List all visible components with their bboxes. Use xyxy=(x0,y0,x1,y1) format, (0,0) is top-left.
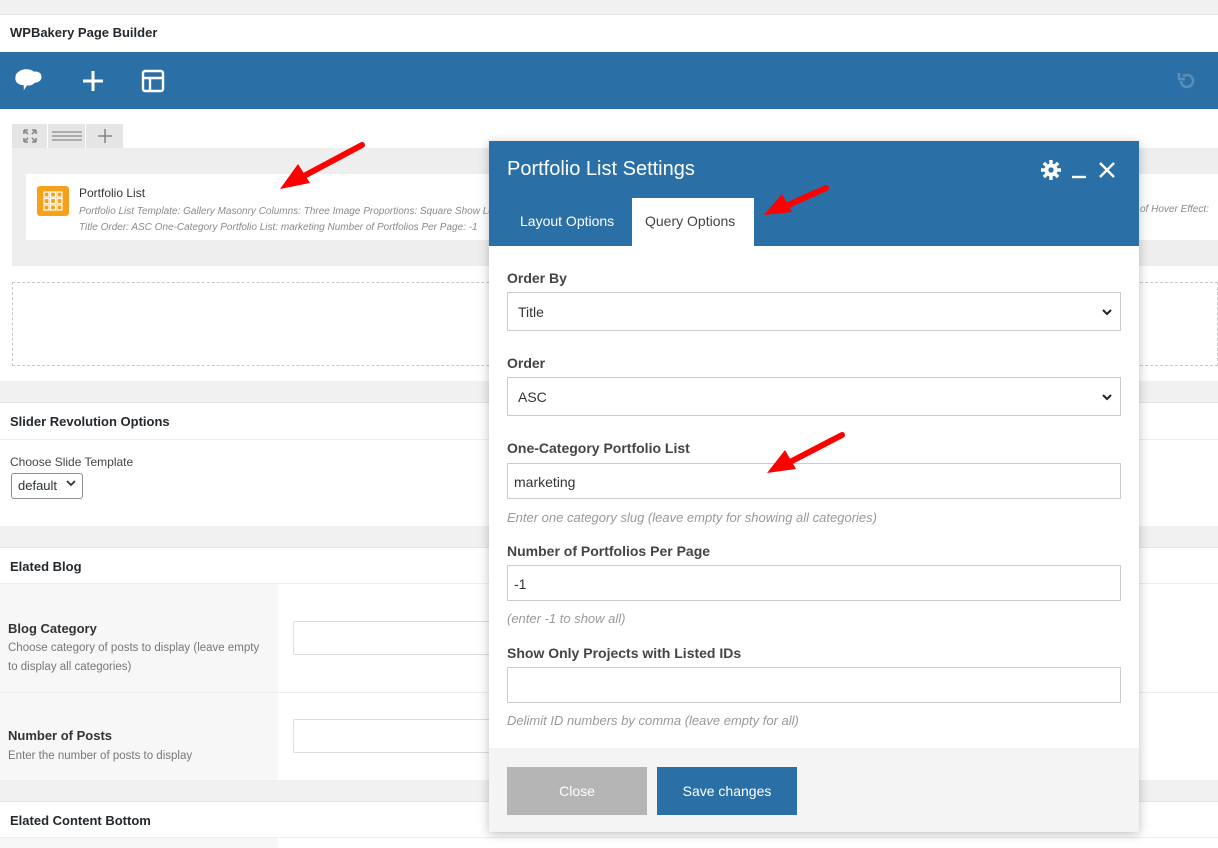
save-changes-button[interactable]: Save changes xyxy=(657,767,797,815)
close-icon[interactable] xyxy=(1096,159,1118,181)
tab-query-options[interactable]: Query Options xyxy=(632,198,754,246)
slider-revolution-title: Slider Revolution Options xyxy=(10,414,170,429)
elated-blog-title: Elated Blog xyxy=(10,559,82,574)
number-of-posts-label: Number of Posts xyxy=(8,728,113,743)
listed-ids-input[interactable] xyxy=(507,667,1121,703)
row-add-icon[interactable] xyxy=(86,124,124,148)
chevron-down-icon xyxy=(66,478,76,491)
modal-title: Portfolio List Settings xyxy=(507,158,695,180)
one-category-help: Enter one category slug (leave empty for… xyxy=(507,510,877,525)
order-by-label: Order By xyxy=(507,270,567,286)
slide-template-label: Choose Slide Template xyxy=(10,455,134,469)
element-name: Portfolio List xyxy=(79,186,146,200)
element-description-line: Title Order: ASC One-Category Portfolio … xyxy=(79,222,478,233)
listed-ids-help: Delimit ID numbers by comma (leave empty… xyxy=(507,713,799,728)
slide-template-value: default xyxy=(18,478,58,493)
row-layout-icon[interactable] xyxy=(48,124,86,148)
content-bottom-row xyxy=(0,838,1218,848)
annotation-arrow-icon xyxy=(767,432,845,473)
add-element-icon[interactable] xyxy=(77,65,109,97)
order-value: ASC xyxy=(518,389,547,405)
close-button[interactable]: Close xyxy=(507,767,647,815)
gear-icon[interactable] xyxy=(1040,159,1062,181)
per-page-help: (enter -1 to show all) xyxy=(507,611,626,626)
annotation-arrow-icon xyxy=(280,142,365,189)
wpbakery-header: WPBakery Page Builder xyxy=(0,14,1218,52)
tab-layout-options[interactable]: Layout Options xyxy=(507,198,627,246)
element-description: Portfolio List Template: Gallery Masonry… xyxy=(79,204,489,236)
element-description-overflow: of Hover Effect: xyxy=(1140,204,1209,215)
minimize-icon[interactable] xyxy=(1068,159,1090,181)
chevron-down-icon xyxy=(1101,390,1113,406)
per-page-label: Number of Portfolios Per Page xyxy=(507,543,711,559)
order-by-select[interactable]: Title xyxy=(507,292,1121,331)
wpbakery-logo-icon[interactable] xyxy=(12,65,44,97)
templates-icon[interactable] xyxy=(137,65,169,97)
per-page-input[interactable]: -1 xyxy=(507,565,1121,601)
order-label: Order xyxy=(507,355,546,371)
number-of-posts-input[interactable] xyxy=(293,719,493,753)
chevron-down-icon xyxy=(1101,305,1113,321)
portfolio-list-settings-modal: Portfolio List Settings Layout Options Q… xyxy=(489,141,1139,832)
number-of-posts-desc: Enter the number of posts to display xyxy=(8,750,193,762)
wpbakery-toolbar xyxy=(0,52,1218,109)
slide-template-select[interactable]: default xyxy=(11,473,83,499)
wpbakery-title: WPBakery Page Builder xyxy=(10,25,158,40)
modal-footer: Close Save changes xyxy=(489,748,1139,832)
listed-ids-label: Show Only Projects with Listed IDs xyxy=(507,645,742,661)
blog-category-label: Blog Category xyxy=(8,621,97,636)
one-category-label: One-Category Portfolio List xyxy=(507,440,690,456)
blog-category-input[interactable] xyxy=(293,621,493,655)
portfolio-list-icon xyxy=(37,186,69,216)
order-by-value: Title xyxy=(518,304,544,320)
row-controls xyxy=(12,124,124,148)
row-fullscreen-icon[interactable] xyxy=(12,124,48,148)
blog-category-desc: Choose category of posts to display (lea… xyxy=(8,642,260,673)
elated-content-bottom-title: Elated Content Bottom xyxy=(10,813,151,828)
label-column xyxy=(0,838,278,848)
undo-icon[interactable] xyxy=(1171,65,1203,97)
annotation-arrow-icon xyxy=(764,185,829,215)
order-select[interactable]: ASC xyxy=(507,377,1121,416)
element-description-line: Portfolio List Template: Gallery Masonry… xyxy=(79,206,489,217)
